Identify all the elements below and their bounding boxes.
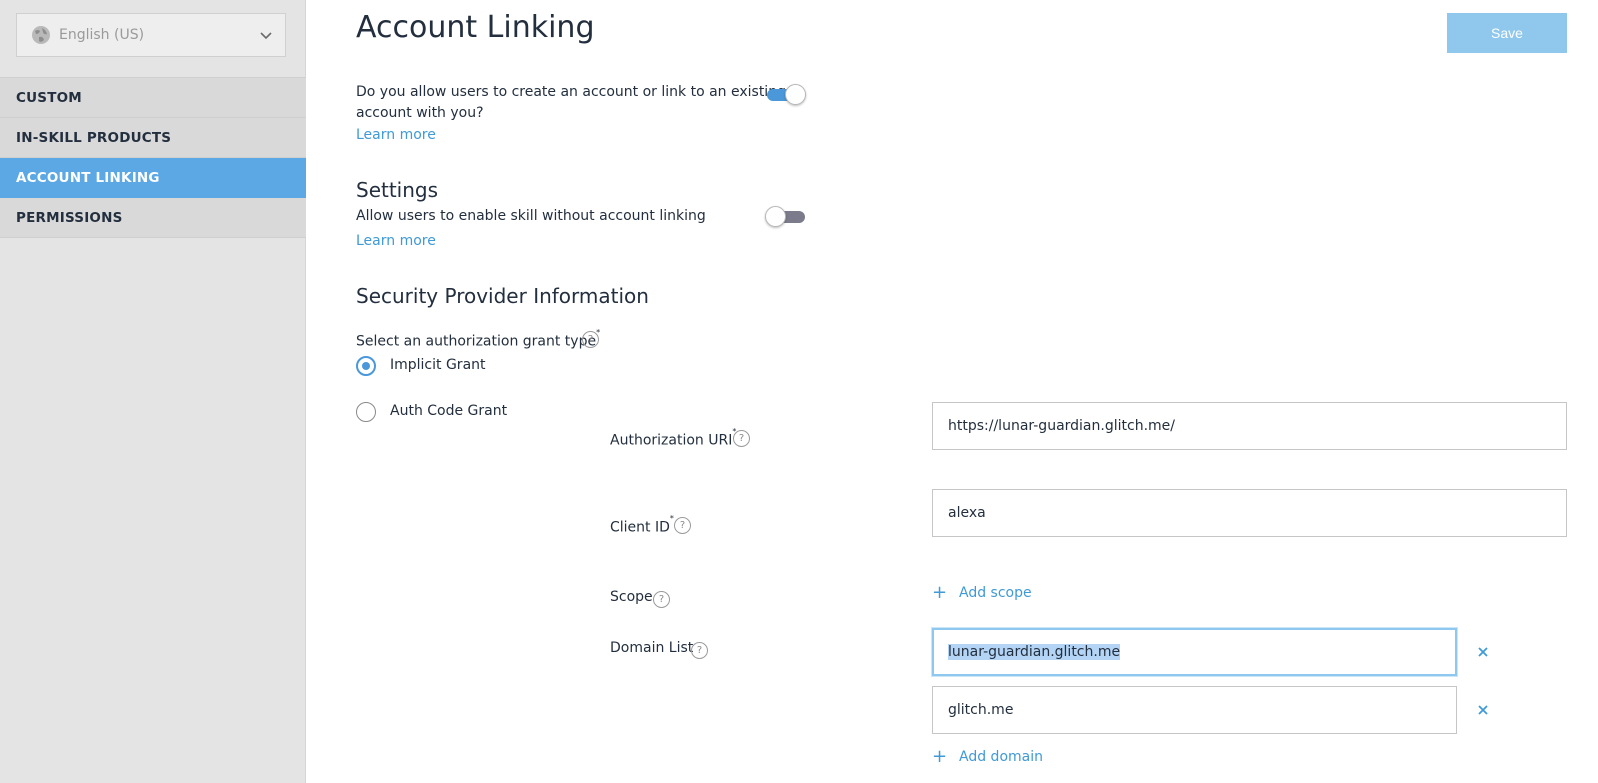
authorization-uri-help-icon[interactable]: ?	[733, 430, 750, 447]
domain-input-2[interactable]: glitch.me	[932, 686, 1457, 734]
sidebar-item-in-skill-products[interactable]: IN-SKILL PRODUCTS	[0, 118, 306, 158]
settings-learn-more-link[interactable]: Learn more	[356, 233, 436, 249]
auth-code-grant-label: Auth Code Grant	[390, 403, 508, 419]
remove-domain-2-close-icon[interactable]	[1475, 702, 1491, 718]
implicit-grant-radio[interactable]	[356, 356, 376, 376]
account-linking-learn-more-link[interactable]: Learn more	[356, 127, 436, 143]
client-id-label-text: Client ID	[610, 519, 670, 536]
implicit-grant-label: Implicit Grant	[390, 357, 486, 373]
account-linking-question-line-2: account with you?	[356, 105, 484, 121]
settings-heading: Settings	[356, 178, 439, 202]
language-select-value: English (US)	[59, 27, 145, 43]
account-linking-question-line-1: Do you allow users to create an account …	[356, 84, 786, 100]
allow-without-linking-toggle[interactable]	[765, 205, 805, 227]
sidebar-item-custom[interactable]: CUSTOM	[0, 78, 306, 118]
sidebar: English (US) CUSTOM IN-SKILL PRODUCTS AC…	[0, 0, 306, 783]
add-scope-plus-icon: +	[932, 582, 948, 603]
page-title: Account Linking	[356, 10, 595, 45]
account-linking-toggle[interactable]	[765, 83, 806, 105]
required-mark: *	[669, 514, 674, 523]
domain-input-1-selected-text: lunar-guardian.glitch.me	[948, 644, 1121, 660]
scope-label: Scope	[610, 589, 653, 605]
grant-type-label: Select an authorization grant type*	[356, 327, 600, 353]
authorization-uri-label: Authorization URI*	[610, 426, 736, 452]
domain-list-label: Domain List	[610, 640, 694, 656]
security-provider-heading: Security Provider Information	[356, 284, 649, 308]
language-select[interactable]: English (US)	[16, 13, 286, 57]
add-scope-link[interactable]: Add scope	[959, 585, 1032, 601]
grant-type-help-icon[interactable]: ?	[582, 331, 599, 348]
auth-code-grant-radio[interactable]	[356, 402, 376, 422]
chevron-down-icon	[259, 28, 273, 42]
toggle-knob	[765, 206, 786, 227]
toggle-knob	[785, 84, 806, 105]
save-button[interactable]: Save	[1447, 13, 1567, 53]
authorization-uri-label-text: Authorization URI	[610, 432, 733, 449]
sidebar-nav: CUSTOM IN-SKILL PRODUCTS ACCOUNT LINKING…	[0, 77, 306, 238]
authorization-uri-input[interactable]: https://lunar-guardian.glitch.me/	[932, 402, 1567, 450]
sidebar-item-permissions[interactable]: PERMISSIONS	[0, 198, 306, 238]
client-id-help-icon[interactable]: ?	[674, 517, 691, 534]
domain-list-help-icon[interactable]: ?	[691, 642, 708, 659]
add-domain-plus-icon: +	[932, 746, 948, 767]
domain-input-1[interactable]: lunar-guardian.glitch.me	[932, 628, 1457, 676]
allow-without-linking-label: Allow users to enable skill without acco…	[356, 208, 706, 224]
remove-domain-1-close-icon[interactable]	[1475, 644, 1491, 660]
client-id-input[interactable]: alexa	[932, 489, 1567, 537]
sidebar-item-account-linking[interactable]: ACCOUNT LINKING	[0, 158, 306, 198]
add-domain-link[interactable]: Add domain	[959, 749, 1043, 765]
client-id-label: Client ID*	[610, 513, 674, 539]
globe-icon	[31, 25, 51, 45]
scope-help-icon[interactable]: ?	[653, 591, 670, 608]
grant-type-label-text: Select an authorization grant type	[356, 333, 597, 350]
